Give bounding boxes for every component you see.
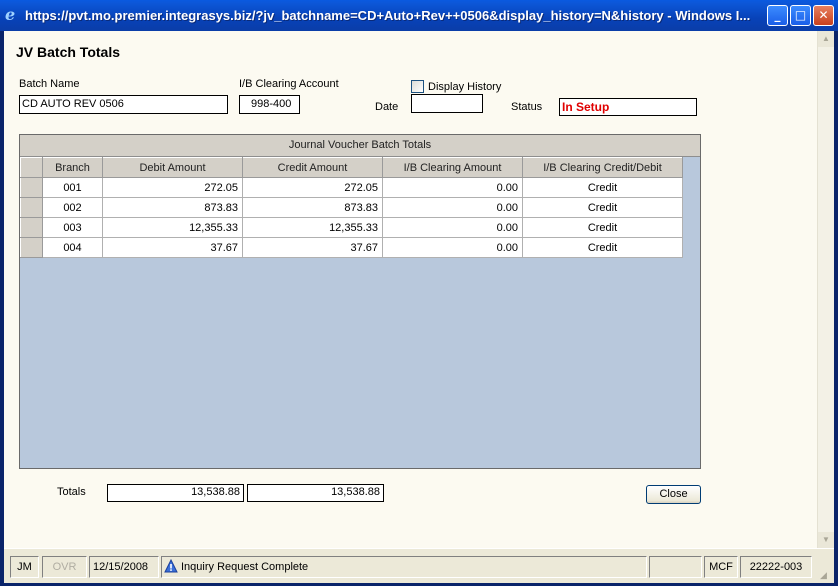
- row-selector[interactable]: [20, 197, 43, 218]
- batch-name-label: Batch Name: [19, 78, 80, 90]
- window-title: https://pvt.mo.premier.integrasys.biz/?j…: [25, 8, 751, 23]
- credit-amount-cell: 873.83: [242, 197, 383, 218]
- status-empty-panel: [649, 556, 702, 578]
- date-label: Date: [375, 101, 399, 113]
- table-row[interactable]: 001 272.05 272.05 0.00 Credit: [20, 177, 683, 198]
- display-history-label: Display History: [428, 81, 502, 93]
- column-header-ib-clearing-credit-debit[interactable]: I/B Clearing Credit/Debit: [522, 157, 683, 178]
- status-label: Status: [511, 101, 543, 113]
- status-code: 22222-003: [740, 556, 812, 578]
- table-header-row: Branch Debit Amount Credit Amount I/B Cl…: [20, 157, 683, 178]
- status-message-panel: Inquiry Request Complete: [161, 556, 647, 578]
- ib-clearing-amount-cell: 0.00: [382, 177, 523, 198]
- row-selector[interactable]: [20, 237, 43, 258]
- status-field: In Setup: [559, 98, 697, 116]
- column-header-branch[interactable]: Branch: [42, 157, 103, 178]
- table-row[interactable]: 004 37.67 37.67 0.00 Credit: [20, 237, 683, 258]
- table-row[interactable]: 003 12,355.33 12,355.33 0.00 Credit: [20, 217, 683, 238]
- ib-clearing-credit-debit-cell: Credit: [522, 177, 683, 198]
- status-ovr: OVR: [42, 556, 87, 578]
- table-row[interactable]: 002 873.83 873.83 0.00 Credit: [20, 197, 683, 218]
- batch-totals-table: Branch Debit Amount Credit Amount I/B Cl…: [20, 157, 683, 258]
- date-field[interactable]: [411, 94, 483, 113]
- row-selector[interactable]: [20, 177, 43, 198]
- column-header-credit-amount[interactable]: Credit Amount: [242, 157, 383, 178]
- debit-total-field: 13,538.88: [107, 484, 244, 502]
- ib-clearing-account-field[interactable]: 998-400: [239, 95, 300, 114]
- debit-amount-cell: 12,355.33: [102, 217, 243, 238]
- scroll-up-icon[interactable]: ▲: [818, 31, 834, 47]
- close-button[interactable]: Close: [646, 485, 701, 504]
- ib-clearing-amount-cell: 0.00: [382, 217, 523, 238]
- ib-clearing-credit-debit-cell: Credit: [522, 197, 683, 218]
- ib-clearing-amount-cell: 0.00: [382, 197, 523, 218]
- ib-clearing-amount-cell: 0.00: [382, 237, 523, 258]
- debit-amount-cell: 873.83: [102, 197, 243, 218]
- credit-amount-cell: 12,355.33: [242, 217, 383, 238]
- status-bar: JM OVR 12/15/2008 Inquiry Request Comple…: [4, 548, 834, 583]
- row-selector[interactable]: [20, 217, 43, 238]
- display-history-checkbox[interactable]: [411, 80, 424, 93]
- window-client-area: ▲ ▼ JV Batch Totals Batch Name CD AUTO R…: [4, 31, 834, 583]
- debit-amount-cell: 272.05: [102, 177, 243, 198]
- branch-cell: 001: [42, 177, 103, 198]
- status-date: 12/15/2008: [89, 556, 159, 578]
- grid-caption: Journal Voucher Batch Totals: [20, 135, 700, 157]
- credit-total-field: 13,538.88: [247, 484, 384, 502]
- ib-clearing-credit-debit-cell: Credit: [522, 217, 683, 238]
- status-system: MCF: [704, 556, 738, 578]
- batch-totals-grid: Journal Voucher Batch Totals Branch Debi…: [19, 134, 701, 469]
- resize-grip-icon[interactable]: ◢: [820, 569, 832, 581]
- totals-label: Totals: [57, 486, 86, 498]
- credit-amount-cell: 37.67: [242, 237, 383, 258]
- scroll-down-icon[interactable]: ▼: [818, 532, 834, 548]
- branch-cell: 004: [42, 237, 103, 258]
- branch-cell: 003: [42, 217, 103, 238]
- batch-name-field[interactable]: CD AUTO REV 0506: [19, 95, 228, 114]
- page-title: JV Batch Totals: [16, 44, 120, 60]
- vertical-scrollbar[interactable]: ▲ ▼: [817, 31, 834, 548]
- internet-explorer-icon: e: [5, 5, 16, 24]
- column-header-debit-amount[interactable]: Debit Amount: [102, 157, 243, 178]
- maximize-button[interactable]: □: [790, 5, 811, 26]
- ib-clearing-account-label: I/B Clearing Account: [239, 78, 339, 90]
- ib-clearing-credit-debit-cell: Credit: [522, 237, 683, 258]
- window-titlebar[interactable]: e https://pvt.mo.premier.integrasys.biz/…: [0, 0, 838, 31]
- row-selector-header[interactable]: [20, 157, 43, 178]
- column-header-ib-clearing-amount[interactable]: I/B Clearing Amount: [382, 157, 523, 178]
- debit-amount-cell: 37.67: [102, 237, 243, 258]
- minimize-button[interactable]: _: [767, 5, 788, 26]
- info-icon: [164, 559, 178, 573]
- close-window-button[interactable]: ✕: [813, 5, 834, 26]
- status-user: JM: [10, 556, 39, 578]
- status-message: Inquiry Request Complete: [181, 561, 309, 573]
- branch-cell: 002: [42, 197, 103, 218]
- credit-amount-cell: 272.05: [242, 177, 383, 198]
